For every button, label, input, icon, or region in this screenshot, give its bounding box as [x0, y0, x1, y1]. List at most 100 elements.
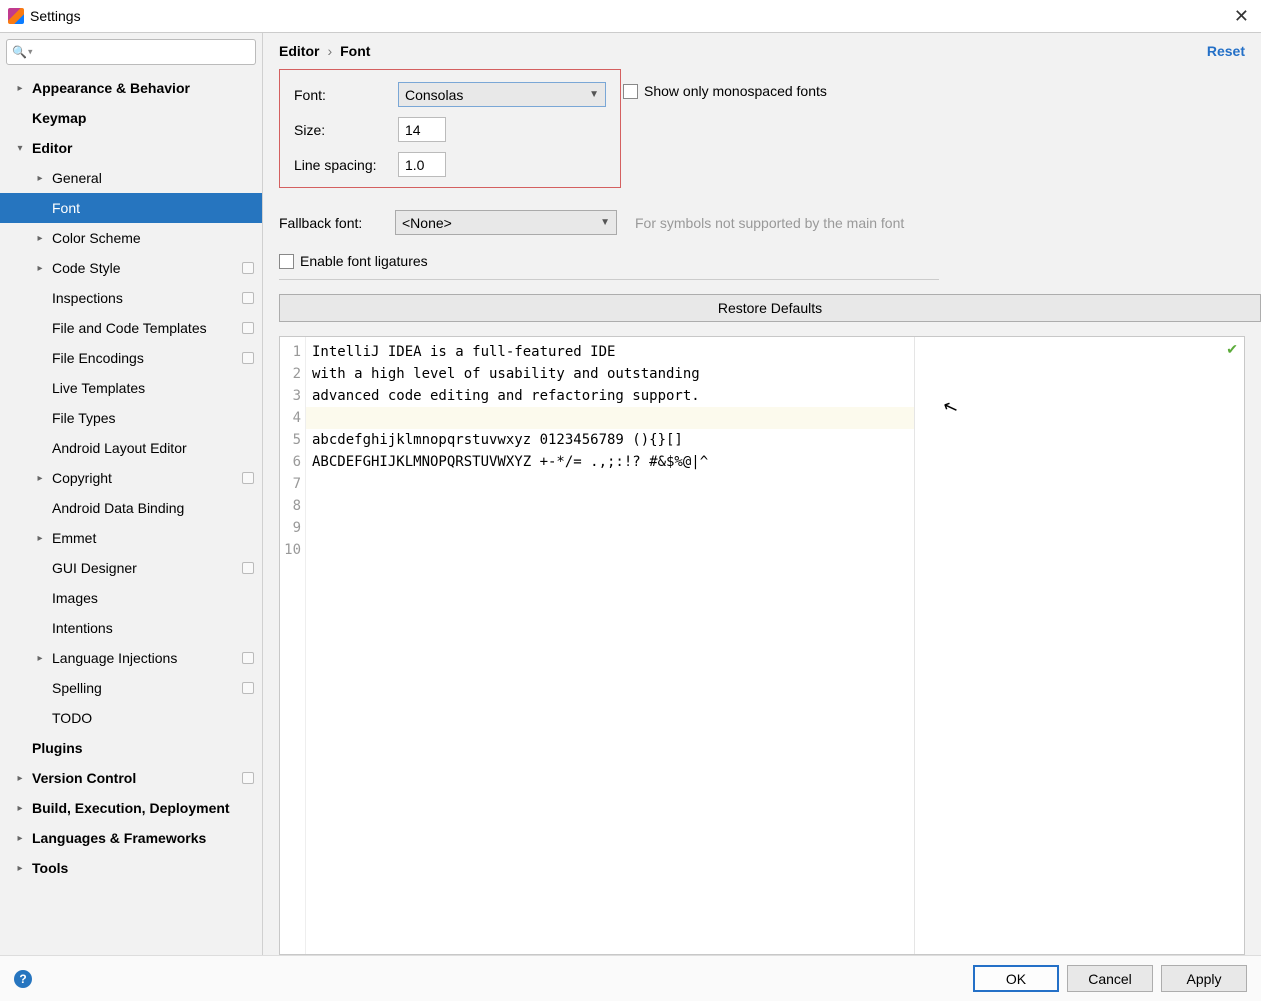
sidebar-item[interactable]: Intentions	[0, 613, 262, 643]
chevron-right-icon: ▸	[34, 233, 46, 244]
sidebar-item[interactable]: Font	[0, 193, 262, 223]
sidebar-item-label: Color Scheme	[52, 230, 141, 246]
search-dropdown-icon[interactable]: ▾	[28, 47, 33, 58]
preview-line	[312, 517, 914, 539]
sidebar-item[interactable]: ▸Language Injections	[0, 643, 262, 673]
sidebar-item-label: Build, Execution, Deployment	[32, 800, 230, 816]
scope-badge-icon	[242, 352, 254, 364]
breadcrumb-current: Font	[340, 43, 370, 59]
divider	[279, 279, 939, 280]
close-icon[interactable]: ✕	[1230, 6, 1253, 27]
sidebar-item[interactable]: GUI Designer	[0, 553, 262, 583]
monospaced-checkbox[interactable]	[623, 84, 638, 99]
chevron-right-icon: ▸	[34, 173, 46, 184]
line-number: 2	[280, 363, 301, 385]
size-input[interactable]	[398, 117, 446, 142]
cancel-button[interactable]: Cancel	[1067, 965, 1153, 992]
restore-defaults-button[interactable]: Restore Defaults	[279, 294, 1261, 322]
breadcrumb: Editor › Font	[279, 43, 370, 59]
sidebar-item[interactable]: Images	[0, 583, 262, 613]
preview-line	[312, 495, 914, 517]
sidebar-item[interactable]: ▸Version Control	[0, 763, 262, 793]
scope-badge-icon	[242, 472, 254, 484]
sidebar-item-label: TODO	[52, 710, 92, 726]
help-icon[interactable]: ?	[14, 970, 32, 988]
sidebar-item-label: Editor	[32, 140, 72, 156]
preview-line: with a high level of usability and outst…	[312, 363, 914, 385]
scope-badge-icon	[242, 292, 254, 304]
sidebar-item[interactable]: ▸Tools	[0, 853, 262, 883]
sidebar-item[interactable]: ▸ Color Scheme	[0, 223, 262, 253]
sidebar-item-label: Keymap	[32, 110, 86, 126]
chevron-right-icon: ▸	[14, 773, 26, 784]
sidebar-item[interactable]: ▸General	[0, 163, 262, 193]
preview-line: abcdefghijklmnopqrstuvwxyz 0123456789 ()…	[312, 429, 914, 451]
monospaced-checkbox-row[interactable]: Show only monospaced fonts	[623, 83, 827, 99]
sidebar-item[interactable]: File Encodings	[0, 343, 262, 373]
sidebar-item-label: Inspections	[52, 290, 123, 306]
apply-button[interactable]: Apply	[1161, 965, 1247, 992]
sidebar-item[interactable]: ▸Languages & Frameworks	[0, 823, 262, 853]
sidebar-item[interactable]: File Types	[0, 403, 262, 433]
sidebar-item[interactable]: Android Layout Editor	[0, 433, 262, 463]
line-number: 7	[280, 473, 301, 495]
sidebar-item[interactable]: ▸Code Style	[0, 253, 262, 283]
fallback-value: <None>	[402, 215, 452, 231]
content-pane: Editor › Font Reset Font: Consolas ▼ Siz…	[263, 33, 1261, 955]
chevron-right-icon: ▸	[34, 263, 46, 274]
preview-line	[312, 473, 914, 495]
scope-badge-icon	[242, 562, 254, 574]
line-gutter: 12345678910	[280, 337, 306, 954]
sidebar-item-label: Emmet	[52, 530, 96, 546]
sidebar-item-label: Spelling	[52, 680, 102, 696]
sidebar: 🔍 ▾ ▸Appearance & BehaviorKeymap▾Editor▸…	[0, 33, 263, 955]
sidebar-item[interactable]: ▾Editor	[0, 133, 262, 163]
line-number: 1	[280, 341, 301, 363]
ok-button[interactable]: OK	[973, 965, 1059, 992]
ligatures-checkbox-row[interactable]: Enable font ligatures	[279, 253, 1261, 269]
line-number: 6	[280, 451, 301, 473]
font-preview: 12345678910 IntelliJ IDEA is a full-feat…	[279, 336, 1245, 955]
sidebar-item-label: Images	[52, 590, 98, 606]
sidebar-item-label: Live Templates	[52, 380, 145, 396]
chevron-right-icon: ▸	[34, 653, 46, 664]
scope-badge-icon	[242, 772, 254, 784]
cursor-icon: ↖	[940, 395, 961, 420]
preview-code[interactable]: IntelliJ IDEA is a full-featured IDEwith…	[306, 337, 914, 954]
ligatures-label: Enable font ligatures	[300, 253, 428, 269]
sidebar-item[interactable]: Live Templates	[0, 373, 262, 403]
sidebar-item[interactable]: File and Code Templates	[0, 313, 262, 343]
search-icon: 🔍	[12, 45, 27, 59]
size-label: Size:	[294, 122, 398, 138]
sidebar-item[interactable]: ▸Copyright	[0, 463, 262, 493]
line-number: 10	[280, 539, 301, 561]
sidebar-item-label: Intentions	[52, 620, 113, 636]
fallback-font-select[interactable]: <None> ▼	[395, 210, 617, 235]
font-value: Consolas	[405, 87, 463, 103]
sidebar-item-label: Copyright	[52, 470, 112, 486]
chevron-right-icon: ▸	[14, 803, 26, 814]
fallback-hint: For symbols not supported by the main fo…	[635, 215, 904, 231]
sidebar-item[interactable]: ▸ Build, Execution, Deployment	[0, 793, 262, 823]
font-label: Font:	[294, 87, 398, 103]
footer: ? OK Cancel Apply	[0, 955, 1261, 1001]
line-spacing-input[interactable]	[398, 152, 446, 177]
scope-badge-icon	[242, 682, 254, 694]
sidebar-item[interactable]: TODO	[0, 703, 262, 733]
preview-line: IntelliJ IDEA is a full-featured IDE	[312, 341, 914, 363]
ligatures-checkbox[interactable]	[279, 254, 294, 269]
search-input[interactable]	[6, 39, 256, 65]
sidebar-item[interactable]: ▸Appearance & Behavior	[0, 73, 262, 103]
sidebar-item[interactable]: Keymap	[0, 103, 262, 133]
scope-badge-icon	[242, 262, 254, 274]
sidebar-item[interactable]: Inspections	[0, 283, 262, 313]
breadcrumb-parent[interactable]: Editor	[279, 43, 319, 59]
sidebar-item[interactable]: Spelling	[0, 673, 262, 703]
sidebar-item[interactable]: ▸Emmet	[0, 523, 262, 553]
font-select[interactable]: Consolas ▼	[398, 82, 606, 107]
sidebar-item[interactable]: Plugins	[0, 733, 262, 763]
line-number: 5	[280, 429, 301, 451]
sidebar-item-label: Font	[52, 200, 80, 216]
reset-link[interactable]: Reset	[1207, 43, 1245, 59]
sidebar-item[interactable]: Android Data Binding	[0, 493, 262, 523]
